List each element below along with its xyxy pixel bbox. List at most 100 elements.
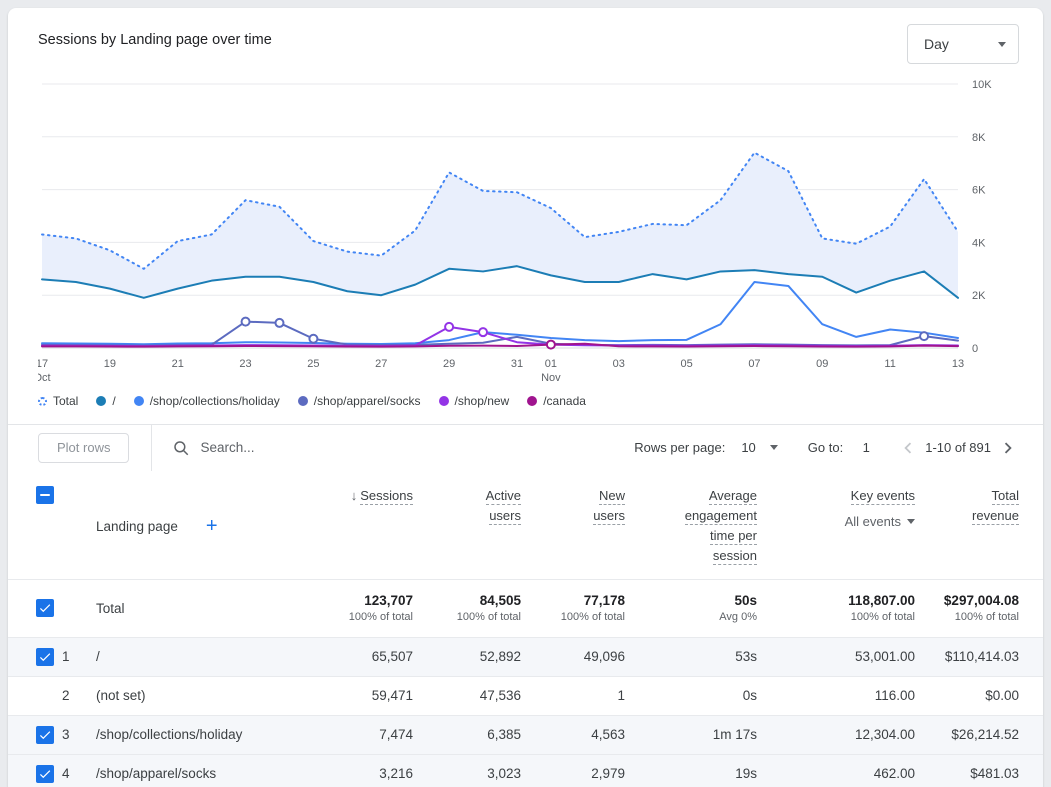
active-users-cell: 52,892 [413, 649, 521, 664]
x-axis-label: 31 [511, 358, 523, 370]
total-revenue-cell: $0.00 [915, 688, 1043, 703]
x-axis-label: 21 [172, 358, 184, 370]
total-row-checkbox[interactable] [36, 599, 54, 617]
legend-item-root[interactable]: / [96, 394, 115, 408]
avg-engagement-cell: 1m 17s [625, 727, 757, 742]
chevron-down-icon [998, 42, 1006, 47]
legend-item-shop-apparel-socks[interactable]: /shop/apparel/socks [298, 394, 421, 408]
active-users-cell: 47,536 [413, 688, 521, 703]
x-axis-label: 05 [680, 358, 692, 370]
search-input[interactable] [200, 440, 420, 455]
sessions-cell: 7,474 [318, 727, 413, 742]
rows-per-page-select[interactable]: 10 [741, 440, 777, 455]
landing-page-cell: / [96, 649, 318, 664]
x-axis-label: 03 [613, 358, 625, 370]
check-icon [38, 601, 52, 615]
total-key-events-sub: 100% of total [757, 611, 915, 623]
row-checkbox[interactable] [36, 726, 54, 744]
total-revenue: $297,004.08 [915, 593, 1019, 608]
granularity-select[interactable]: Day [907, 24, 1019, 64]
total-avg-engagement: 50s [625, 593, 757, 608]
new-users-cell: 2,979 [521, 766, 625, 781]
total-new-users: 77,178 [521, 593, 625, 608]
add-dimension-icon[interactable]: + [206, 517, 218, 535]
chart-area: 02K4K6K8K10K17Oct1921232527293101Nov0305… [8, 70, 1043, 384]
x-axis-label: 11 [884, 358, 895, 370]
column-header-avg-engagement[interactable]: Average engagement time per session [685, 488, 757, 565]
column-header-landing-page[interactable]: Landing page [96, 519, 178, 534]
row-index: 2 [62, 688, 96, 703]
total-revenue-cell: $481.03 [915, 766, 1043, 781]
active-users-cell: 3,023 [413, 766, 521, 781]
table-row[interactable]: 2 (not set) 59,471 47,536 1 0s 116.00 $0… [8, 676, 1043, 715]
avg-engagement-cell: 0s [625, 688, 757, 703]
go-to-input[interactable] [853, 440, 879, 455]
x-axis-label: 25 [307, 358, 319, 370]
avg-engagement-cell: 19s [625, 766, 757, 781]
key-events-cell: 53,001.00 [757, 649, 915, 664]
key-events-filter-value: All events [845, 514, 901, 529]
landing-page-cell: /shop/apparel/socks [96, 766, 318, 781]
total-revenue-sub: 100% of total [915, 611, 1019, 623]
chevron-down-icon [907, 519, 915, 524]
go-to-label: Go to: [808, 440, 843, 455]
y-axis-label: 8K [972, 132, 986, 144]
legend-swatch [439, 396, 449, 406]
row-checkbox[interactable] [36, 765, 54, 783]
total-sessions: 123,707 [318, 593, 413, 608]
chevron-left-icon[interactable] [897, 437, 919, 459]
sessions-cell: 65,507 [318, 649, 413, 664]
legend-item-shop-new[interactable]: /shop/new [439, 394, 510, 408]
page-title: Sessions by Landing page over time [38, 24, 272, 48]
total-revenue-cell: $110,414.03 [915, 649, 1043, 664]
x-axis-label: 09 [816, 358, 828, 370]
series-line [42, 282, 958, 344]
data-point-marker [309, 335, 317, 343]
legend-item-canada[interactable]: /canada [527, 394, 586, 408]
plot-rows-button[interactable]: Plot rows [38, 433, 129, 463]
table-header-row: Landing page + ↓Sessions Active users Ne… [8, 470, 1043, 579]
legend-label: /shop/new [455, 394, 510, 408]
row-index: 4 [62, 766, 96, 781]
sessions-by-landing-page-card: Sessions by Landing page over time Day 0… [8, 8, 1043, 787]
y-axis-label: 0 [972, 343, 978, 355]
y-axis-label: 10K [972, 79, 992, 91]
new-users-cell: 1 [521, 688, 625, 703]
column-header-key-events[interactable]: Key events [851, 488, 915, 505]
data-point-marker [920, 332, 928, 340]
legend-swatch [527, 396, 537, 406]
x-axis-sublabel: Nov [541, 372, 561, 384]
column-header-active-users[interactable]: Active users [486, 488, 521, 525]
avg-engagement-cell: 53s [625, 649, 757, 664]
legend-item-shop-collections-holiday[interactable]: /shop/collections/holiday [134, 394, 280, 408]
column-header-sessions[interactable]: Sessions [360, 488, 413, 505]
sort-descending-icon: ↓ [351, 488, 358, 503]
table-total-row: Total 123,707100% of total 84,505100% of… [8, 579, 1043, 637]
data-point-marker [479, 328, 487, 336]
legend-label: / [112, 394, 115, 408]
y-axis-label: 6K [972, 185, 986, 197]
chevron-right-icon[interactable] [997, 437, 1019, 459]
table-row[interactable]: 4 /shop/apparel/socks 3,216 3,023 2,979 … [8, 754, 1043, 787]
table-row[interactable]: 1 / 65,507 52,892 49,096 53s 53,001.00 $… [8, 637, 1043, 676]
column-header-total-revenue[interactable]: Total revenue [972, 488, 1019, 525]
sessions-cell: 59,471 [318, 688, 413, 703]
new-users-cell: 49,096 [521, 649, 625, 664]
row-checkbox[interactable] [36, 648, 54, 666]
x-axis-label: 17 [38, 358, 48, 370]
sessions-chart: 02K4K6K8K10K17Oct1921232527293101Nov0305… [38, 72, 1028, 384]
landing-page-cell: (not set) [96, 688, 318, 703]
x-axis-sublabel: Oct [38, 372, 51, 384]
legend-label: /shop/apparel/socks [314, 394, 421, 408]
select-all-checkbox[interactable] [36, 486, 54, 504]
legend-item-total[interactable]: Total [38, 394, 78, 408]
pagination: 1-10 of 891 [897, 437, 1019, 459]
key-events-cell: 12,304.00 [757, 727, 915, 742]
legend-swatch [134, 396, 144, 406]
key-events-filter[interactable]: All events [757, 514, 915, 529]
x-axis-label: 29 [443, 358, 455, 370]
legend-label: /canada [543, 394, 586, 408]
table-row[interactable]: 3 /shop/collections/holiday 7,474 6,385 … [8, 715, 1043, 754]
total-sessions-sub: 100% of total [318, 611, 413, 623]
column-header-new-users[interactable]: New users [593, 488, 625, 525]
